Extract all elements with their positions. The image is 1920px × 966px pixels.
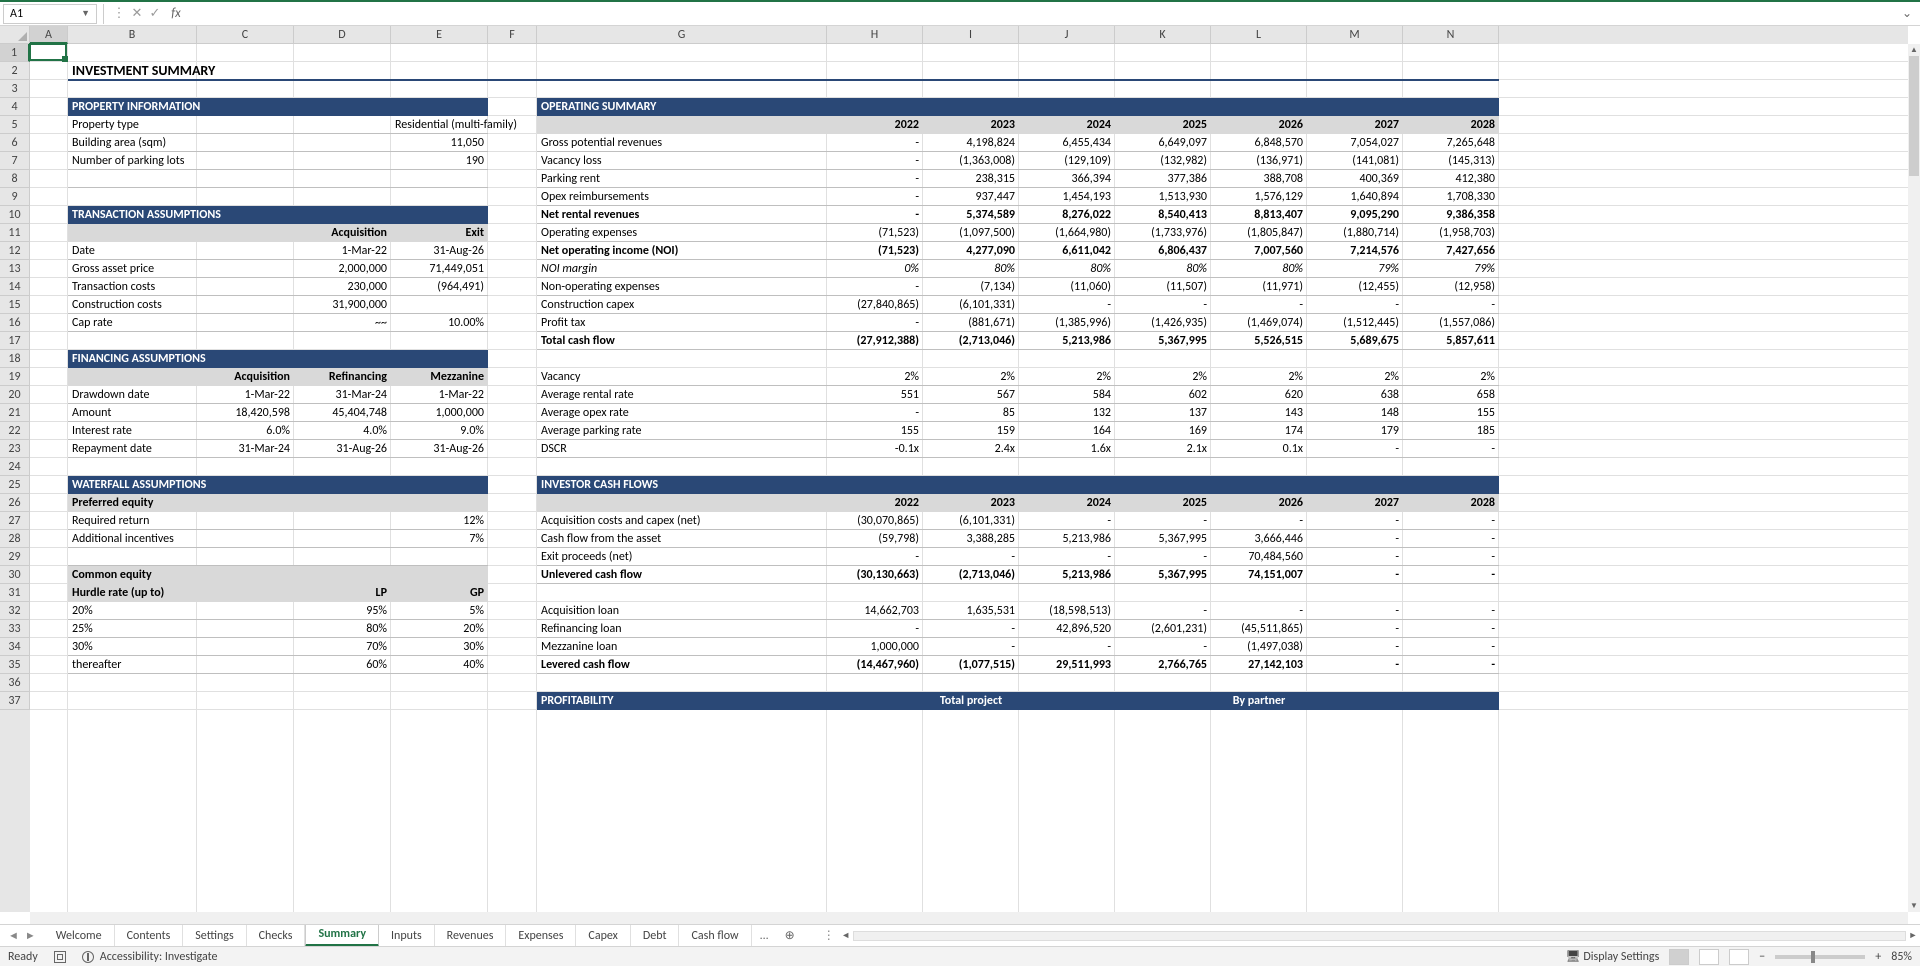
- row-header-6[interactable]: 6: [0, 134, 30, 152]
- row-headers: 1234567891011121314151617181920212223242…: [0, 44, 30, 912]
- scroll-down-icon[interactable]: ▼: [1908, 900, 1920, 912]
- view-normal-icon[interactable]: [1669, 949, 1689, 965]
- tab-more[interactable]: ...: [752, 929, 777, 943]
- row-header-34[interactable]: 34: [0, 638, 30, 656]
- row-header-10[interactable]: 10: [0, 206, 30, 224]
- row-header-12[interactable]: 12: [0, 242, 30, 260]
- row-header-30[interactable]: 30: [0, 566, 30, 584]
- col-header-I[interactable]: I: [923, 26, 1019, 44]
- row-header-5[interactable]: 5: [0, 116, 30, 134]
- row-header-2[interactable]: 2: [0, 62, 30, 80]
- row-header-29[interactable]: 29: [0, 548, 30, 566]
- accessibility-icon[interactable]: [82, 951, 94, 963]
- row-header-32[interactable]: 32: [0, 602, 30, 620]
- row-header-24[interactable]: 24: [0, 458, 30, 476]
- row-header-37[interactable]: 37: [0, 692, 30, 710]
- col-header-F[interactable]: F: [488, 26, 537, 44]
- col-header-L[interactable]: L: [1211, 26, 1307, 44]
- col-header-H[interactable]: H: [827, 26, 923, 44]
- scroll-up-icon[interactable]: ▲: [1908, 44, 1920, 56]
- row-header-36[interactable]: 36: [0, 674, 30, 692]
- row-header-13[interactable]: 13: [0, 260, 30, 278]
- col-header-N[interactable]: N: [1403, 26, 1499, 44]
- col-header-E[interactable]: E: [391, 26, 488, 44]
- tab-add-icon[interactable]: ⊕: [777, 928, 803, 943]
- macro-icon[interactable]: [54, 951, 66, 963]
- row-header-21[interactable]: 21: [0, 404, 30, 422]
- row-header-19[interactable]: 19: [0, 368, 30, 386]
- row-header-20[interactable]: 20: [0, 386, 30, 404]
- col-header-G[interactable]: G: [537, 26, 827, 44]
- row-header-8[interactable]: 8: [0, 170, 30, 188]
- fx-icon[interactable]: fx: [164, 6, 188, 21]
- col-header-C[interactable]: C: [197, 26, 294, 44]
- horizontal-scrollbar[interactable]: [853, 931, 1906, 941]
- status-bar: Ready Accessibility: Investigate 🖥 Displ…: [0, 946, 1920, 966]
- vscroll-thumb[interactable]: [1909, 56, 1919, 176]
- sheet-tab-welcome[interactable]: Welcome: [44, 925, 115, 947]
- tab-first-icon[interactable]: ◄: [8, 929, 19, 942]
- row-header-11[interactable]: 11: [0, 224, 30, 242]
- sheet-tab-expenses[interactable]: Expenses: [506, 925, 576, 947]
- row-header-1[interactable]: 1: [0, 44, 30, 62]
- vertical-scrollbar[interactable]: ▲ ▼: [1908, 44, 1920, 912]
- row-header-23[interactable]: 23: [0, 440, 30, 458]
- col-header-M[interactable]: M: [1307, 26, 1403, 44]
- column-headers: ABCDEFGHIJKLMN: [30, 26, 1908, 44]
- status-ready: Ready: [8, 950, 38, 964]
- cancel-icon: ✕: [128, 6, 146, 21]
- row-header-16[interactable]: 16: [0, 314, 30, 332]
- view-break-icon[interactable]: [1729, 949, 1749, 965]
- row-header-35[interactable]: 35: [0, 656, 30, 674]
- col-header-J[interactable]: J: [1019, 26, 1115, 44]
- row-header-9[interactable]: 9: [0, 188, 30, 206]
- sheet-tab-summary[interactable]: Summary: [305, 925, 379, 947]
- sheet-tabs-bar: ◄ ► WelcomeContentsSettingsChecksSummary…: [0, 924, 1920, 946]
- select-all-corner[interactable]: [0, 26, 30, 44]
- formula-input[interactable]: [188, 4, 1899, 24]
- col-header-A[interactable]: A: [30, 26, 68, 44]
- sheet-tab-debt[interactable]: Debt: [631, 925, 680, 947]
- row-header-33[interactable]: 33: [0, 620, 30, 638]
- row-header-22[interactable]: 22: [0, 422, 30, 440]
- sheet-tab-settings[interactable]: Settings: [183, 925, 246, 947]
- status-accessibility[interactable]: Accessibility: Investigate: [100, 950, 218, 964]
- row-header-14[interactable]: 14: [0, 278, 30, 296]
- name-box[interactable]: A1▼: [3, 4, 97, 24]
- expand-formula-icon[interactable]: ⌄: [1899, 6, 1915, 21]
- row-header-3[interactable]: 3: [0, 80, 30, 98]
- row-header-18[interactable]: 18: [0, 350, 30, 368]
- zoom-level[interactable]: 85%: [1891, 950, 1912, 964]
- hscroll-left-icon[interactable]: ◄: [839, 930, 853, 941]
- row-header-25[interactable]: 25: [0, 476, 30, 494]
- col-header-D[interactable]: D: [294, 26, 391, 44]
- confirm-icon: ✓: [146, 6, 164, 21]
- tab-next-icon[interactable]: ►: [25, 929, 36, 942]
- row-header-15[interactable]: 15: [0, 296, 30, 314]
- zoom-slider[interactable]: [1775, 955, 1865, 959]
- col-header-B[interactable]: B: [68, 26, 197, 44]
- row-header-31[interactable]: 31: [0, 584, 30, 602]
- sheet-tab-cash flow[interactable]: Cash flow: [679, 925, 751, 947]
- sheet-tab-revenues[interactable]: Revenues: [435, 925, 507, 947]
- sheet-tab-checks[interactable]: Checks: [247, 925, 306, 947]
- sheet-tab-inputs[interactable]: Inputs: [379, 925, 435, 947]
- zoom-out-icon[interactable]: −: [1759, 950, 1765, 964]
- view-layout-icon[interactable]: [1699, 949, 1719, 965]
- row-header-7[interactable]: 7: [0, 152, 30, 170]
- row-header-26[interactable]: 26: [0, 494, 30, 512]
- display-settings[interactable]: 🖥 Display Settings: [1565, 949, 1659, 964]
- row-header-4[interactable]: 4: [0, 98, 30, 116]
- row-header-28[interactable]: 28: [0, 530, 30, 548]
- zoom-in-icon[interactable]: +: [1875, 950, 1881, 964]
- formula-bar: A1▼ ⋮ ✕ ✓ fx ⌄: [0, 2, 1920, 26]
- grid-cells: INVESTMENT SUMMARYPROPERTY INFORMATIONPr…: [30, 44, 1908, 912]
- hscroll-right-icon[interactable]: ►: [1906, 930, 1920, 941]
- expand-icon[interactable]: ⋮: [110, 6, 128, 21]
- row-header-17[interactable]: 17: [0, 332, 30, 350]
- sheet-tab-contents[interactable]: Contents: [115, 925, 184, 947]
- col-header-K[interactable]: K: [1115, 26, 1211, 44]
- sheet-tab-capex[interactable]: Capex: [576, 925, 630, 947]
- row-header-27[interactable]: 27: [0, 512, 30, 530]
